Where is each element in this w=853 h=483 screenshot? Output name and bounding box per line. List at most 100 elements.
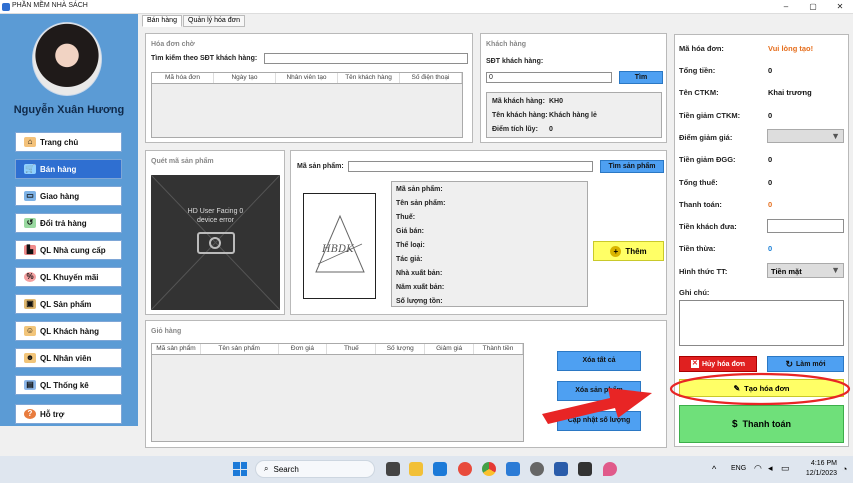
file-explorer-icon[interactable]	[409, 462, 423, 476]
chart-icon: ▤	[24, 380, 36, 390]
return-icon: ↺	[24, 218, 36, 228]
taskbar-search[interactable]: ⌕ Search	[255, 460, 375, 478]
change-label: Tiền thừa:	[679, 244, 716, 253]
product-search-button[interactable]: Tìm sản phẩm	[600, 160, 664, 173]
people-icon: ☺	[24, 326, 36, 336]
sidebar-item-returns[interactable]: ↺ Đổi trả hàng	[15, 213, 122, 233]
pending-search-input[interactable]	[264, 53, 468, 64]
pending-invoices-panel: Hóa đơn chờ Tìm kiếm theo SĐT khách hàng…	[145, 33, 473, 143]
word-icon[interactable]	[554, 462, 568, 476]
home-icon: ⌂	[24, 137, 36, 147]
points-discount-value: 0	[768, 155, 773, 164]
product-field: Tên sản phẩm:	[396, 200, 446, 207]
tab-invoices[interactable]: Quản lý hóa đơn	[183, 15, 246, 27]
product-field: Thể loại:	[396, 242, 425, 249]
clock-time[interactable]: 4:16 PM	[799, 460, 837, 467]
sidebar-item-suppliers[interactable]: ▙ QL Nhà cung cấp	[15, 240, 122, 260]
customer-panel: Khách hàng SĐT khách hàng: 0 Tìm Mã khác…	[480, 33, 667, 143]
reset-button[interactable]: ↻ Làm mới	[767, 356, 844, 372]
brand-logo-text: HBDK	[322, 244, 354, 255]
cancel-invoice-button[interactable]: ✕ Hủy hóa đơn	[679, 356, 757, 372]
col-header: Thành tiền	[474, 344, 523, 354]
sidebar-item-help[interactable]: ? Hỗ trợ	[15, 404, 122, 424]
sidebar-item-home[interactable]: ⌂ Trang chủ	[15, 132, 122, 152]
app-icon[interactable]	[458, 462, 472, 476]
sidebar-item-sales[interactable]: 🛒 Bán hàng	[15, 159, 122, 179]
volume-icon[interactable]: ◂	[768, 463, 773, 474]
sidebar-item-staff[interactable]: ☻ QL Nhân viên	[15, 348, 122, 368]
terminal-icon[interactable]	[578, 462, 592, 476]
maximize-button[interactable]: ▢	[800, 0, 826, 14]
sidebar-item-promotions[interactable]: % QL Khuyến mãi	[15, 267, 122, 287]
product-code-input[interactable]	[348, 161, 593, 172]
close-icon: ✕	[690, 360, 699, 368]
help-icon: ?	[24, 409, 36, 419]
close-button[interactable]: ✕	[827, 0, 853, 14]
chevron-down-icon: ▼	[831, 265, 840, 275]
pending-table[interactable]: Mã hóa đơn Ngày tạo Nhân viên tạo Tên kh…	[151, 72, 463, 138]
windows-start-icon[interactable]	[233, 462, 247, 476]
cart-table[interactable]: Mã sản phẩm Tên sản phẩm Đơn giá Thuế Số…	[151, 343, 524, 442]
sidebar-item-stats[interactable]: ▤ QL Thống kê	[15, 375, 122, 395]
cart-title: Giỏ hàng	[151, 328, 182, 335]
chrome-icon[interactable]	[482, 462, 496, 476]
highlight-ellipse-icon	[669, 372, 851, 406]
window-title: PHẦN MỀM NHÀ SÁCH	[12, 2, 88, 9]
product-field: Mã sản phẩm:	[396, 186, 443, 193]
camera-line1: HD User Facing 0	[187, 208, 244, 215]
customer-search-button[interactable]: Tìm	[619, 71, 663, 84]
given-input[interactable]	[767, 219, 844, 233]
col-header: Số lượng	[376, 344, 426, 354]
camera-view: HD User Facing 0 device error	[151, 175, 280, 310]
customer-title: Khách hàng	[486, 41, 527, 48]
pay-label: Thanh toán:	[679, 200, 722, 209]
invoice-code-label: Mã hóa đơn:	[679, 44, 724, 53]
refresh-icon: ↻	[785, 358, 794, 369]
clock-date[interactable]: 12/1/2023	[795, 470, 837, 477]
customer-phone-input[interactable]: 0	[486, 72, 612, 83]
product-image: HBDK	[303, 193, 376, 299]
tab-sales[interactable]: Bán hàng	[142, 15, 182, 27]
truck-icon: ▭	[24, 191, 36, 201]
customer-info-box: Mã khách hàng: KH0 Tên khách hàng: Khách…	[486, 92, 662, 138]
col-header: Giảm giá	[425, 344, 475, 354]
vscode-icon[interactable]	[506, 462, 520, 476]
col-header: Mã sản phẩm	[152, 344, 201, 354]
language-indicator[interactable]: ENG	[731, 465, 746, 472]
chevron-up-icon[interactable]: ^	[712, 464, 716, 474]
customer-phone-label: SĐT khách hàng:	[486, 58, 544, 65]
settings-icon[interactable]	[530, 462, 544, 476]
minimize-button[interactable]: –	[773, 0, 799, 14]
plus-icon: +	[610, 245, 622, 257]
sidebar-item-products[interactable]: ▣ QL Sản phẩm	[15, 294, 122, 314]
product-field: Năm xuất bản:	[396, 284, 445, 291]
product-field: Giá bán:	[396, 228, 425, 235]
mail-icon[interactable]	[433, 462, 447, 476]
change-value: 0	[768, 244, 773, 253]
add-product-button[interactable]: + Thêm	[593, 241, 664, 261]
box-icon: ▣	[24, 299, 36, 309]
sidebar-item-delivery[interactable]: ▭ Giao hàng	[15, 186, 122, 206]
money-icon: $	[731, 418, 738, 430]
battery-icon[interactable]: ▭	[781, 463, 790, 474]
invoice-code-value: Vui lòng tạo!	[768, 44, 814, 53]
promo-discount-label: Tiền giảm CTKM:	[679, 111, 741, 120]
points-select[interactable]: ▼	[767, 129, 844, 143]
scan-panel: Quét mã sản phẩm HD User Facing 0 device…	[145, 150, 285, 315]
wifi-icon[interactable]: ◠	[754, 463, 762, 474]
note-label: Ghi chú:	[679, 288, 710, 297]
annotation-arrow-icon	[542, 388, 652, 424]
task-view-icon[interactable]	[386, 462, 400, 476]
checkout-button[interactable]: $ Thanh toán	[679, 405, 844, 443]
clear-cart-button[interactable]: Xóa tất cả	[557, 351, 641, 371]
pending-search-label: Tìm kiếm theo SĐT khách hàng:	[151, 55, 258, 62]
col-header: Mã hóa đơn	[152, 73, 214, 83]
factory-icon: ▙	[24, 245, 36, 255]
sidebar-item-customers[interactable]: ☺ QL Khách hàng	[15, 321, 122, 341]
app2-icon[interactable]	[603, 462, 617, 476]
customer-points-label: Điểm tích lũy:	[492, 126, 538, 133]
col-header: Tên sản phẩm	[201, 344, 279, 354]
note-textarea[interactable]	[679, 300, 844, 346]
notification-icon[interactable]: ◔	[842, 464, 847, 474]
method-select[interactable]: Tiền mặt ▼	[767, 263, 844, 278]
